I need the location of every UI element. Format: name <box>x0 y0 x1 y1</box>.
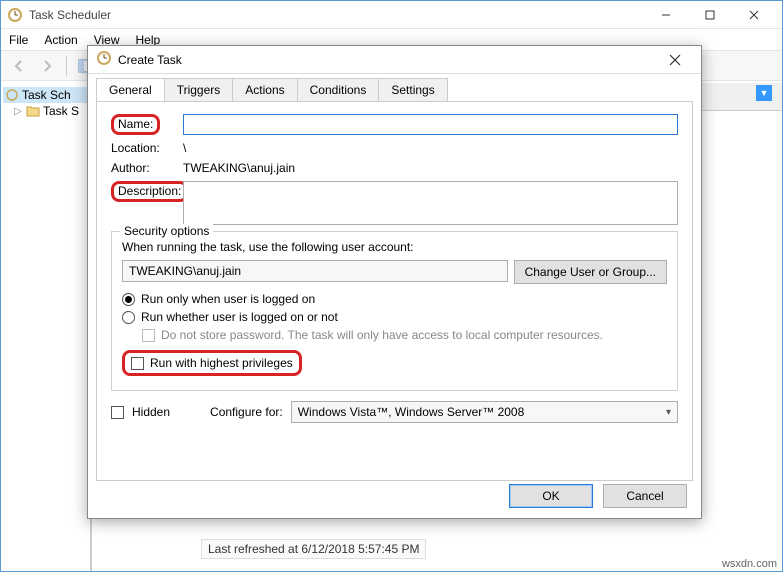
no-store-password-label: Do not store password. The task will onl… <box>161 328 603 342</box>
maximize-button[interactable] <box>688 2 732 28</box>
change-user-button[interactable]: Change User or Group... <box>514 260 667 284</box>
name-input[interactable] <box>183 114 678 135</box>
tab-general[interactable]: General <box>96 78 165 101</box>
tab-settings[interactable]: Settings <box>378 78 447 101</box>
security-legend: Security options <box>120 224 213 238</box>
radio-whether-logged[interactable] <box>122 311 135 324</box>
configure-for-value: Windows Vista™, Windows Server™ 2008 <box>298 405 525 419</box>
expand-icon[interactable]: ▷ <box>13 106 23 117</box>
checkbox-no-store-password <box>142 329 155 342</box>
close-button[interactable] <box>732 2 776 28</box>
highest-privileges-label: Run with highest privileges <box>150 356 293 370</box>
dialog-close-button[interactable] <box>657 48 693 72</box>
location-label: Location: <box>111 141 183 155</box>
create-task-dialog: Create Task General Triggers Actions Con… <box>87 45 702 519</box>
user-account-field: TWEAKING\anuj.jain <box>122 260 508 282</box>
author-label: Author: <box>111 161 183 175</box>
description-label: Description: <box>111 181 183 202</box>
app-icon <box>7 7 23 23</box>
window-controls <box>644 2 776 28</box>
tree-root-label: Task Sch <box>22 88 71 102</box>
status-bar: Last refreshed at 6/12/2018 5:57:45 PM <box>201 539 426 559</box>
tab-strip: General Triggers Actions Conditions Sett… <box>88 74 701 101</box>
checkbox-hidden[interactable] <box>111 406 124 419</box>
radio-logged-on[interactable] <box>122 293 135 306</box>
dialog-titlebar: Create Task <box>88 46 701 74</box>
description-input[interactable] <box>183 181 678 225</box>
name-label: Name: <box>111 114 183 135</box>
folder-icon <box>26 104 40 118</box>
menu-file[interactable]: File <box>9 33 28 47</box>
dialog-title: Create Task <box>118 53 657 67</box>
configure-for-label: Configure for: <box>210 405 283 419</box>
tree-child-label: Task S <box>43 104 79 118</box>
tab-triggers[interactable]: Triggers <box>164 78 234 101</box>
location-value: \ <box>183 141 186 155</box>
dialog-icon <box>96 50 112 69</box>
minimize-button[interactable] <box>644 2 688 28</box>
when-running-label: When running the task, use the following… <box>122 240 667 254</box>
watermark: wsxdn.com <box>722 558 777 570</box>
radio-logged-on-label: Run only when user is logged on <box>141 292 315 306</box>
ok-button[interactable]: OK <box>509 484 593 508</box>
dialog-buttons: OK Cancel <box>509 484 687 508</box>
radio-whether-logged-label: Run whether user is logged on or not <box>141 310 338 324</box>
tab-conditions[interactable]: Conditions <box>297 78 380 101</box>
clock-icon <box>5 88 19 102</box>
toolbar-separator <box>66 56 67 76</box>
panel-dropdown-icon[interactable]: ▼ <box>756 85 772 101</box>
configure-for-select[interactable]: Windows Vista™, Windows Server™ 2008 ▾ <box>291 401 678 423</box>
forward-button[interactable] <box>35 54 59 78</box>
titlebar: Task Scheduler <box>1 1 782 29</box>
menu-action[interactable]: Action <box>44 33 77 47</box>
checkbox-highest-privileges[interactable] <box>131 357 144 370</box>
tab-body-general: Name: Location: \ Author: TWEAKING\anuj.… <box>96 101 693 481</box>
tree-pane[interactable]: Task Sch ▷ Task S <box>1 83 91 571</box>
tree-child[interactable]: ▷ Task S <box>3 103 88 119</box>
hidden-label: Hidden <box>132 405 170 419</box>
security-options-group: Security options When running the task, … <box>111 231 678 391</box>
chevron-down-icon: ▾ <box>666 407 671 418</box>
window-title: Task Scheduler <box>29 8 644 22</box>
cancel-button[interactable]: Cancel <box>603 484 687 508</box>
tree-root[interactable]: Task Sch <box>3 87 88 103</box>
back-button[interactable] <box>7 54 31 78</box>
tab-actions[interactable]: Actions <box>232 78 297 101</box>
author-value: TWEAKING\anuj.jain <box>183 161 295 175</box>
